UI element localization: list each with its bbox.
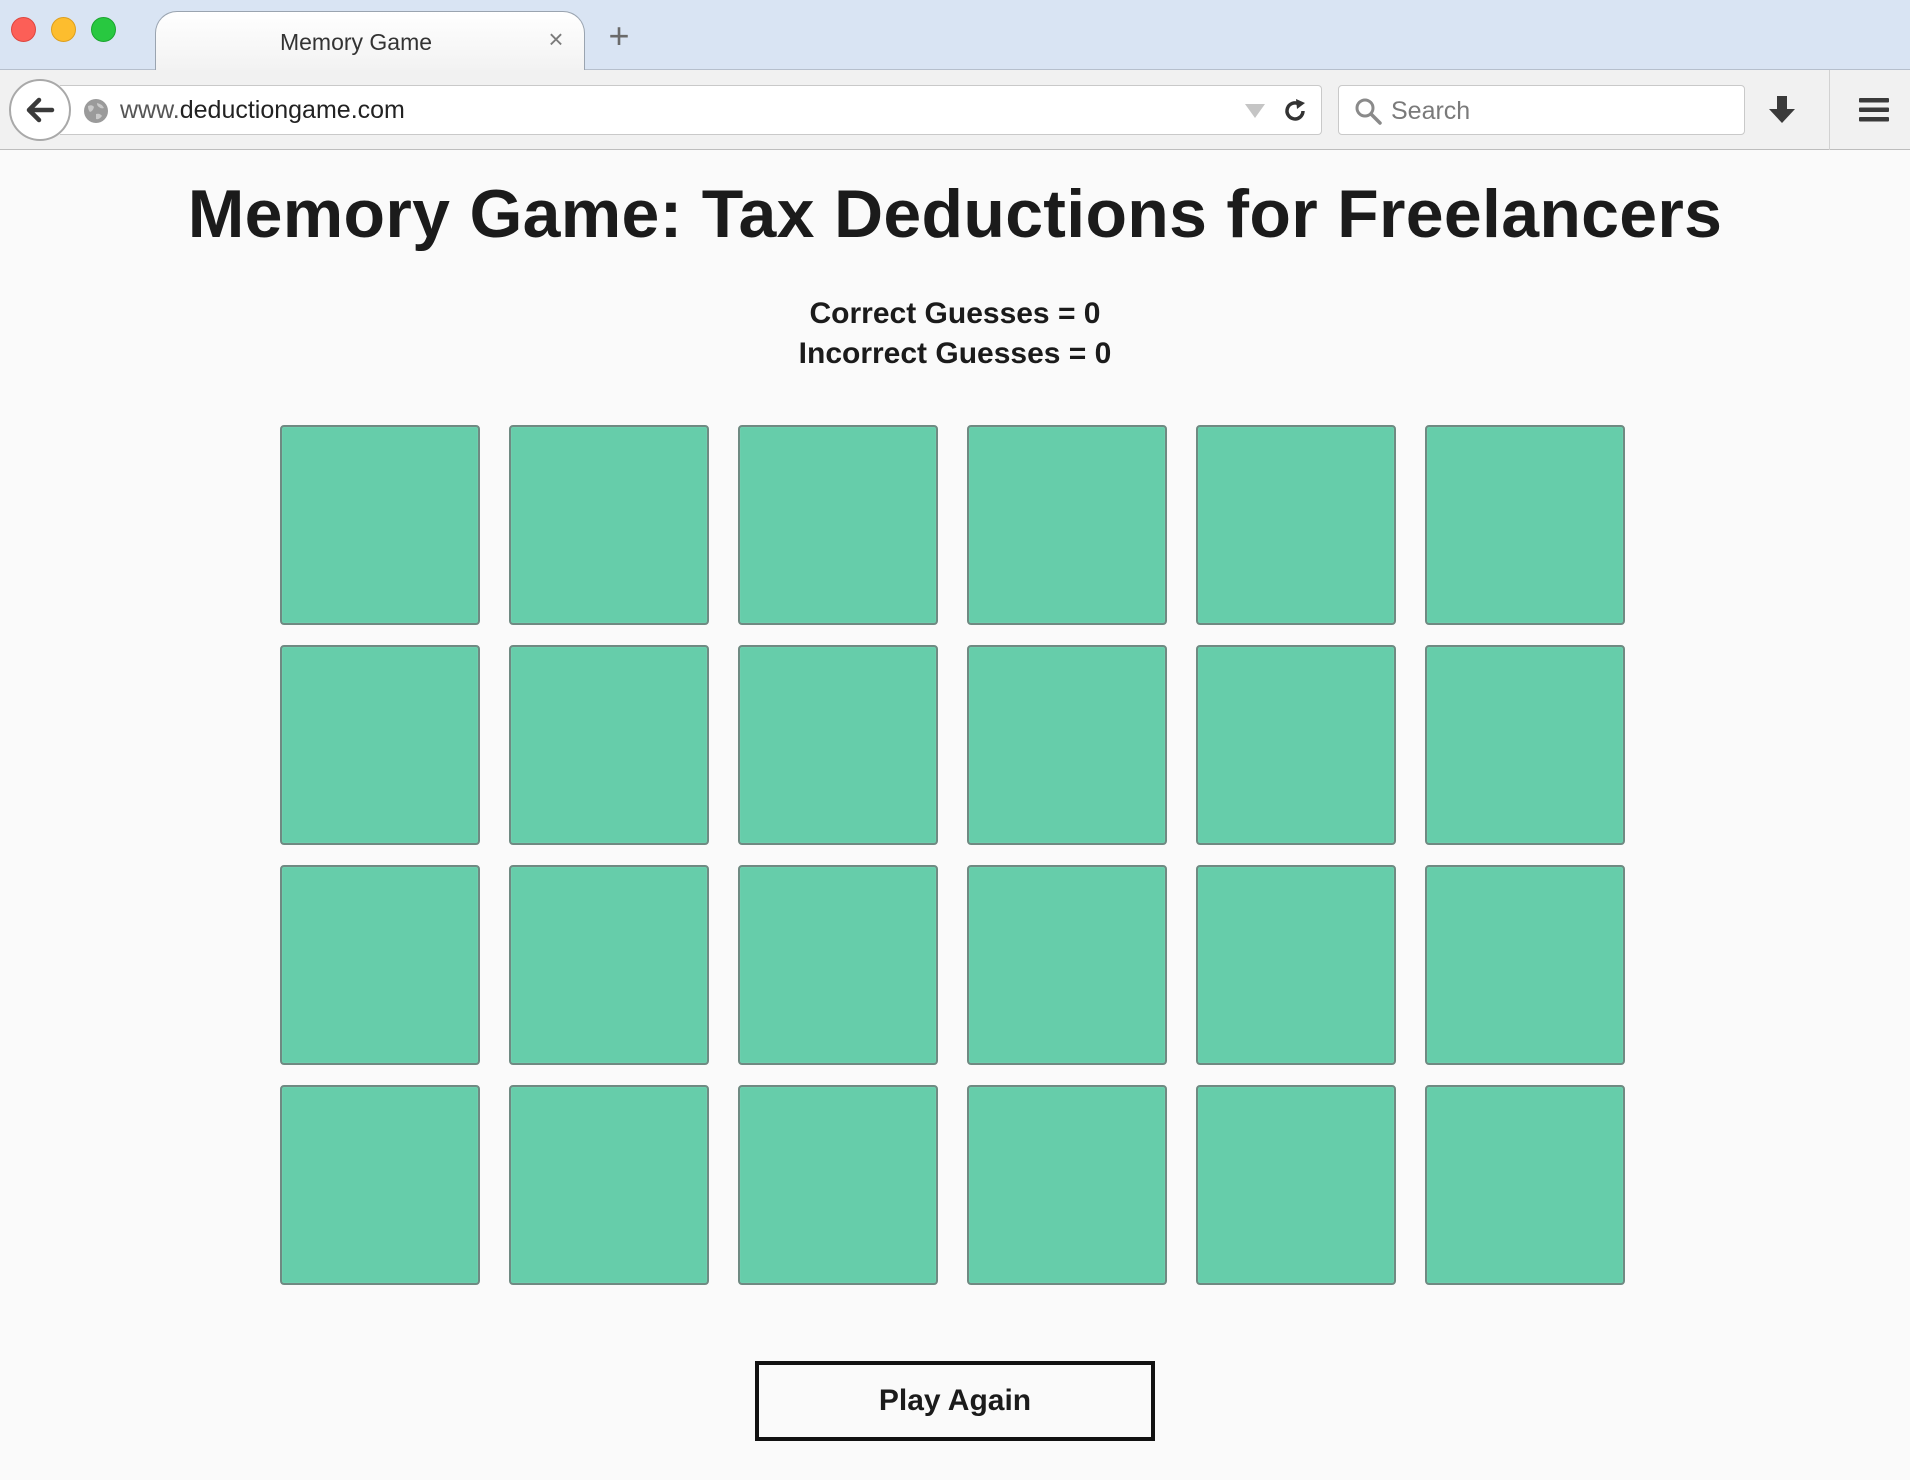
memory-card[interactable] — [738, 645, 938, 845]
search-icon — [1355, 98, 1382, 125]
page-title: Memory Game: Tax Deductions for Freelanc… — [187, 176, 1723, 252]
memory-card[interactable] — [1425, 645, 1625, 845]
memory-card[interactable] — [1425, 425, 1625, 625]
search-bar[interactable]: Search — [1338, 85, 1745, 135]
hamburger-menu-icon[interactable] — [1856, 92, 1892, 128]
close-window-button[interactable] — [11, 17, 36, 42]
memory-card[interactable] — [509, 865, 709, 1065]
memory-card[interactable] — [280, 645, 480, 845]
new-tab-icon[interactable]: + — [602, 18, 636, 54]
reload-icon[interactable] — [1280, 96, 1310, 126]
memory-card[interactable] — [509, 425, 709, 625]
memory-card[interactable] — [967, 1085, 1167, 1285]
memory-card[interactable] — [1196, 1085, 1396, 1285]
play-again-button[interactable]: Play Again — [755, 1361, 1155, 1441]
tab-title: Memory Game — [279, 29, 433, 55]
back-button[interactable] — [9, 79, 71, 141]
memory-card[interactable] — [280, 425, 480, 625]
memory-card[interactable] — [1196, 425, 1396, 625]
back-arrow-icon — [26, 97, 55, 123]
memory-card[interactable] — [967, 645, 1167, 845]
url-text[interactable]: www.deductiongame.com — [120, 96, 405, 125]
browser-tab[interactable]: Memory Game × — [155, 11, 585, 71]
globe-icon — [84, 99, 108, 123]
maximize-window-button[interactable] — [91, 17, 116, 42]
memory-card[interactable] — [738, 425, 938, 625]
minimize-window-button[interactable] — [51, 17, 76, 42]
card-grid — [280, 425, 1625, 1285]
memory-card[interactable] — [967, 865, 1167, 1065]
memory-card[interactable] — [1425, 1085, 1625, 1285]
browser-nav-bar: www.deductiongame.com Search — [0, 70, 1910, 150]
memory-card[interactable] — [1196, 865, 1396, 1065]
address-bar[interactable]: www.deductiongame.com — [60, 85, 1322, 135]
memory-card[interactable] — [280, 1085, 480, 1285]
memory-card[interactable] — [738, 865, 938, 1065]
close-tab-icon[interactable]: × — [541, 24, 571, 54]
memory-card[interactable] — [738, 1085, 938, 1285]
memory-card[interactable] — [1196, 645, 1396, 845]
memory-card[interactable] — [280, 865, 480, 1065]
incorrect-guesses-counter: Incorrect Guesses = 0 — [798, 337, 1112, 370]
download-icon[interactable] — [1764, 92, 1800, 128]
toolbar-divider — [1829, 70, 1830, 150]
browser-tab-bar: Memory Game × + — [0, 0, 1910, 71]
memory-card[interactable] — [967, 425, 1167, 625]
memory-card[interactable] — [1425, 865, 1625, 1065]
correct-guesses-counter: Correct Guesses = 0 — [809, 297, 1101, 330]
url-prefix: www. — [120, 96, 180, 124]
url-domain: deductiongame.com — [179, 96, 405, 124]
history-dropdown-icon[interactable] — [1245, 104, 1265, 118]
search-input[interactable]: Search — [1391, 97, 1470, 126]
memory-card[interactable] — [509, 1085, 709, 1285]
memory-card[interactable] — [509, 645, 709, 845]
